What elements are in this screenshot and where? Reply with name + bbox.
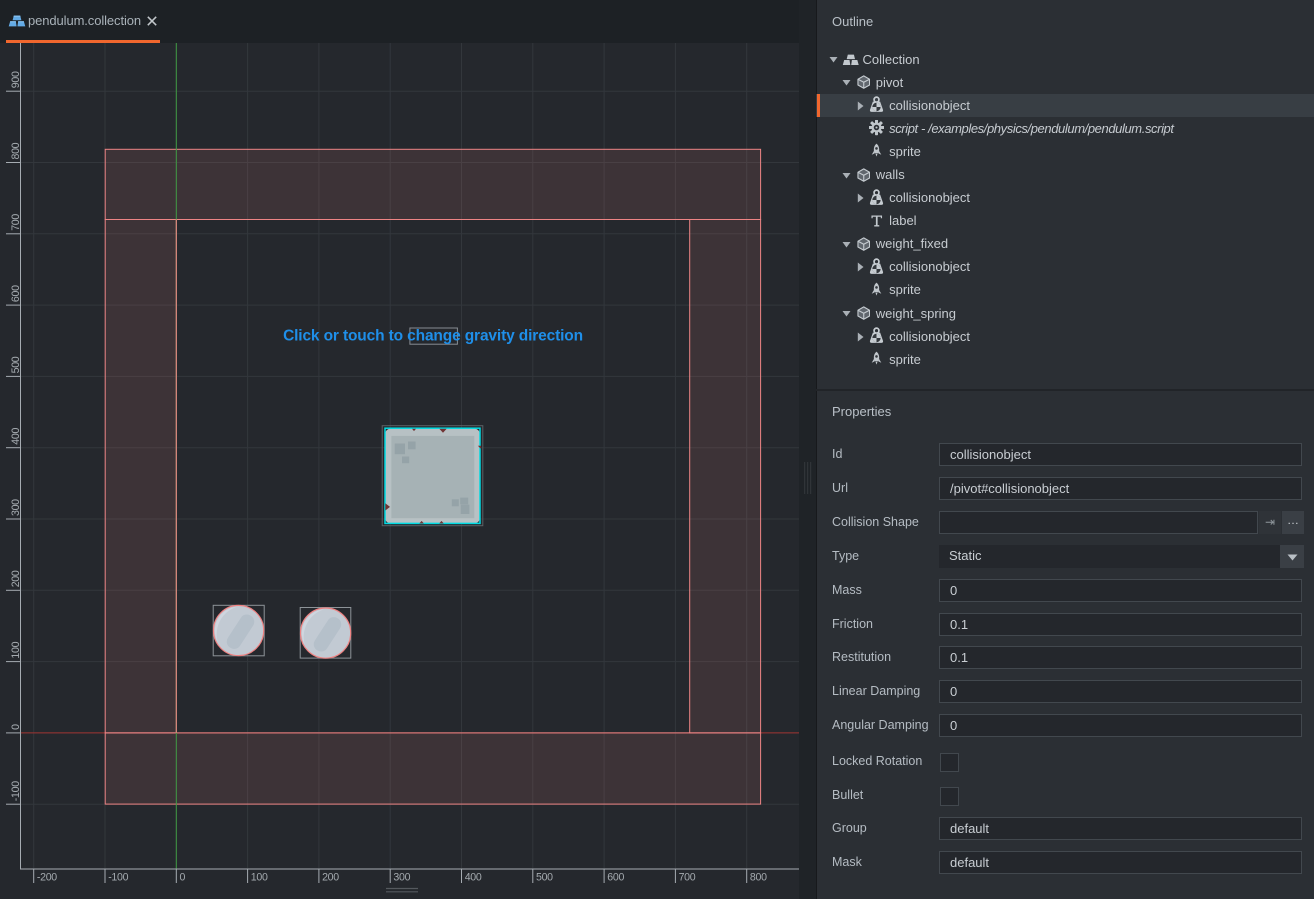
svg-text:300: 300 — [10, 498, 22, 515]
svg-text:-100: -100 — [10, 780, 22, 800]
svg-text:200: 200 — [10, 570, 22, 587]
svg-text:0: 0 — [180, 871, 186, 883]
svg-text:-200: -200 — [37, 871, 57, 883]
svg-text:700: 700 — [679, 871, 696, 883]
svg-text:-100: -100 — [108, 871, 128, 883]
svg-text:Click or touch to change gravi: Click or touch to change gravity directi… — [283, 327, 583, 344]
svg-text:300: 300 — [393, 871, 410, 883]
svg-text:400: 400 — [10, 427, 22, 444]
svg-text:600: 600 — [10, 284, 22, 301]
svg-text:100: 100 — [251, 871, 268, 883]
svg-text:600: 600 — [607, 871, 624, 883]
svg-text:700: 700 — [10, 213, 22, 230]
svg-text:500: 500 — [10, 356, 22, 373]
svg-text:400: 400 — [465, 871, 482, 883]
svg-text:800: 800 — [10, 142, 22, 159]
svg-text:800: 800 — [750, 871, 767, 883]
svg-text:900: 900 — [10, 71, 22, 88]
svg-text:100: 100 — [10, 641, 22, 658]
svg-text:500: 500 — [536, 871, 553, 883]
svg-text:200: 200 — [322, 871, 339, 883]
svg-text:0: 0 — [10, 723, 22, 729]
